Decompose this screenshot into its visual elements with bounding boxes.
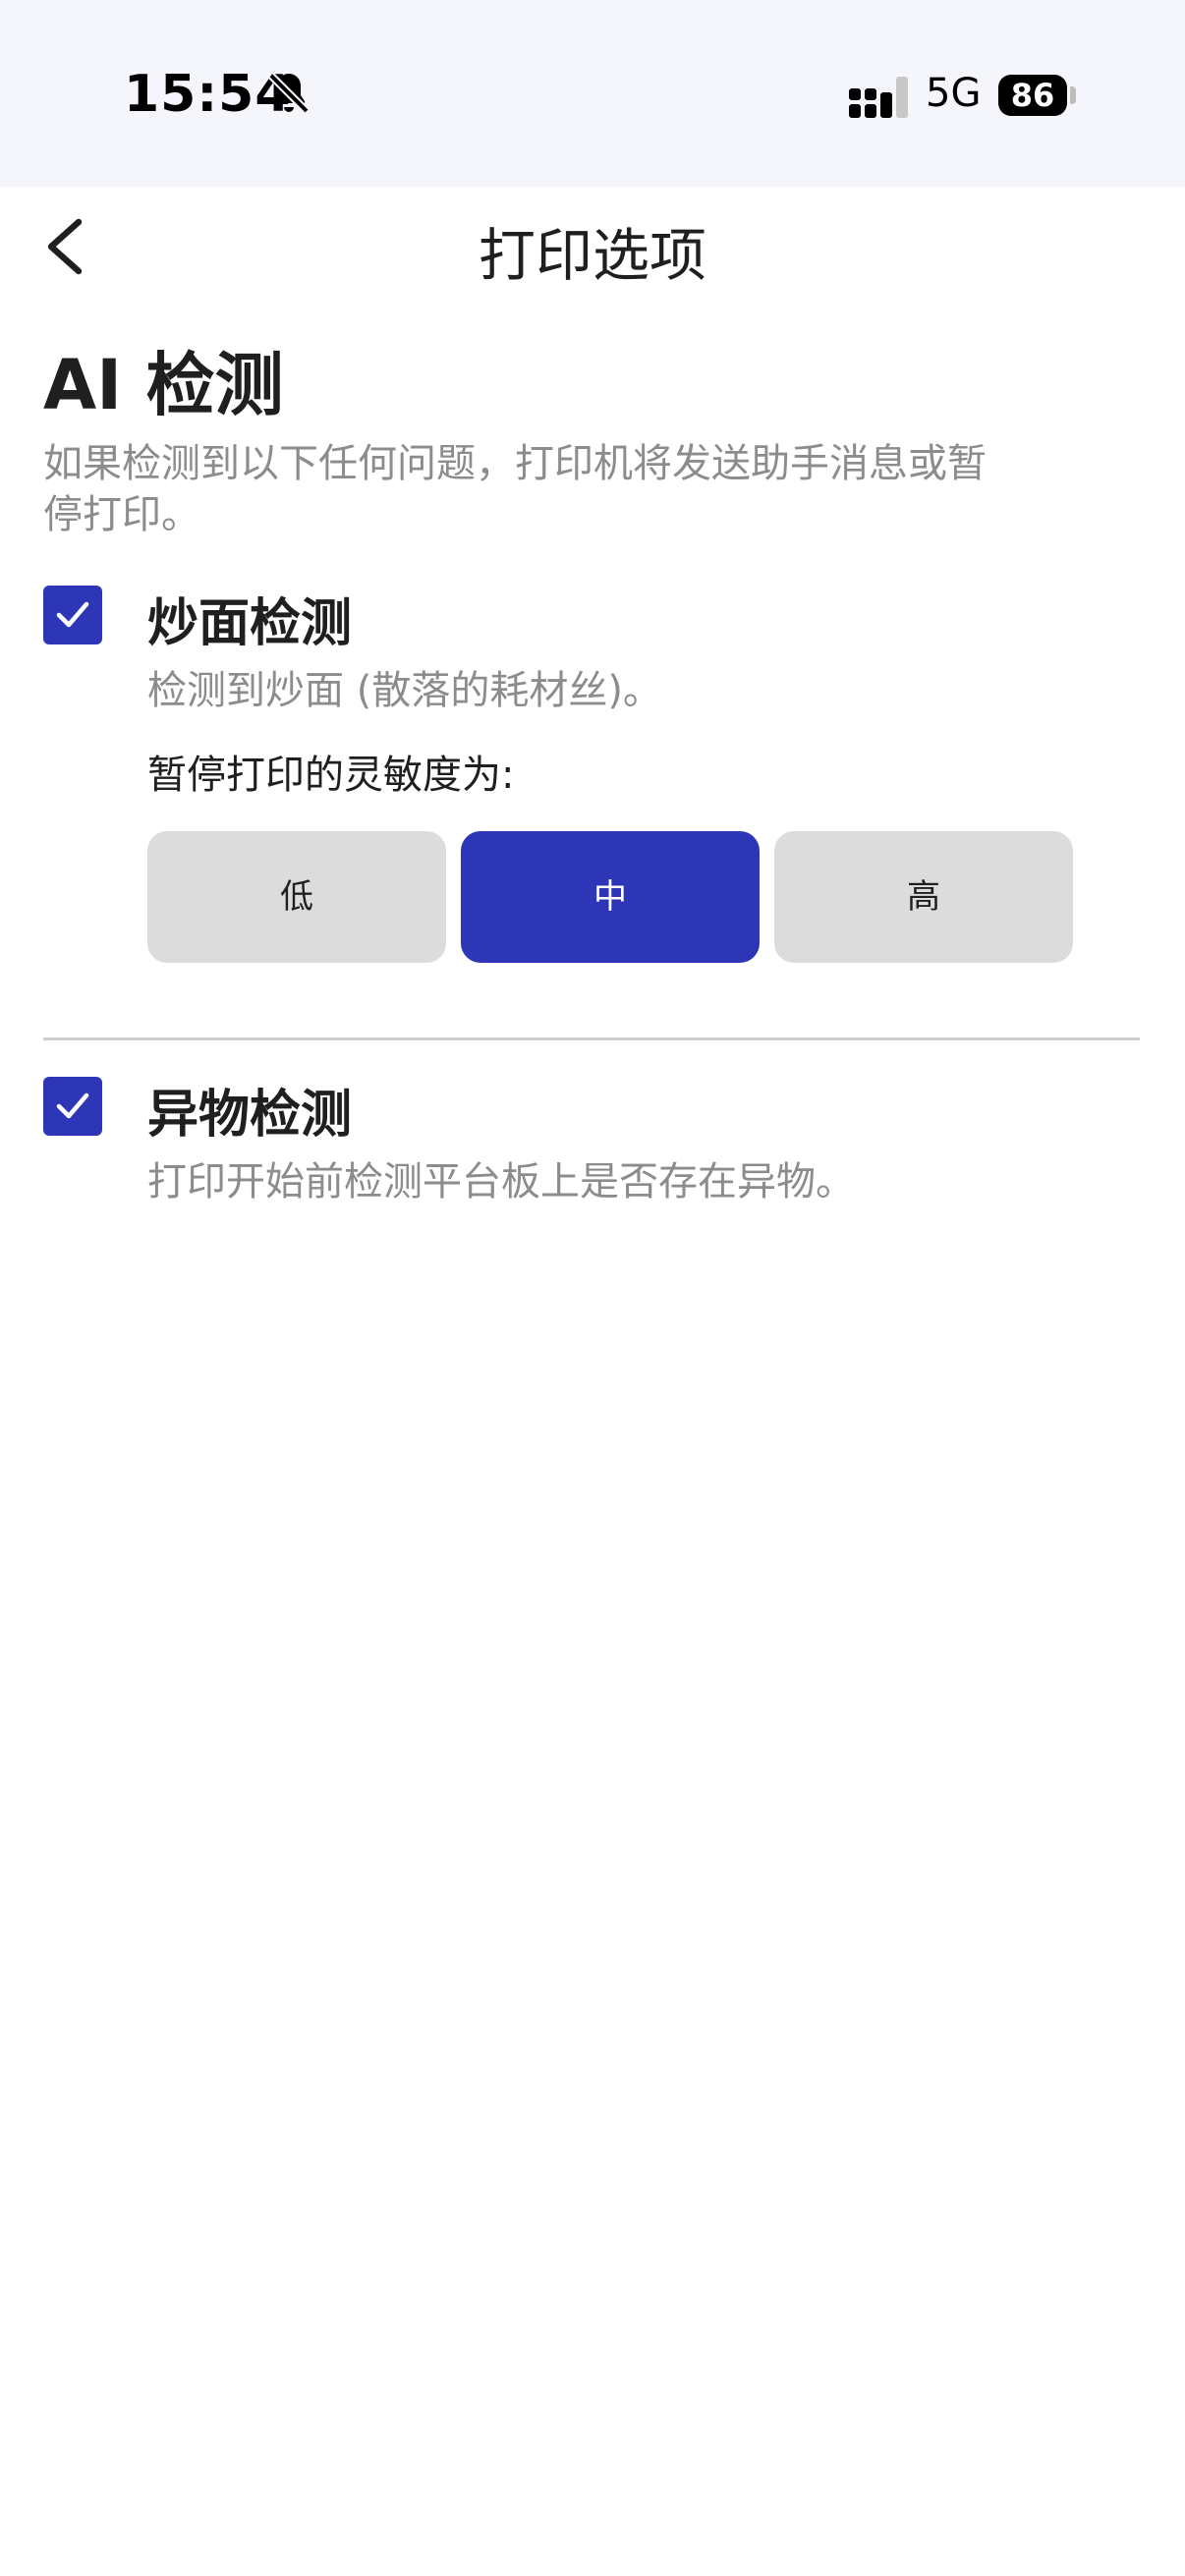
spaghetti-detection-checkbox[interactable] xyxy=(43,586,102,644)
checkmark-icon xyxy=(56,1092,89,1119)
foreign-object-detection-description: 打印开始前检测平台板上是否存在异物。 xyxy=(147,1159,855,1204)
page-title: 打印选项 xyxy=(478,222,706,289)
divider xyxy=(43,1037,1140,1040)
sensitivity-low-button[interactable]: 低 xyxy=(147,831,446,963)
network-type: 5G xyxy=(926,71,982,116)
status-bar: 15:54 5G 86 打印选项 xyxy=(0,0,1185,289)
sensitivity-label: 暂停打印的灵敏度为: xyxy=(147,753,515,798)
section-description: 如果检测到以下任何问题，打印机将发送助手消息或暂停打印。 xyxy=(43,441,987,537)
sensitivity-high-button[interactable]: 高 xyxy=(774,831,1073,963)
foreign-object-detection-checkbox[interactable] xyxy=(43,1077,102,1136)
bell-muted-icon xyxy=(268,73,310,114)
signal-icon xyxy=(849,77,908,118)
sensitivity-medium-button[interactable]: 中 xyxy=(461,831,760,963)
battery-tip xyxy=(1070,86,1076,104)
spaghetti-detection-description: 检测到炒面 (散落的耗材丝)。 xyxy=(147,668,662,713)
spaghetti-detection-title: 炒面检测 xyxy=(147,594,353,653)
foreign-object-detection-title: 异物检测 xyxy=(147,1086,353,1145)
section-title: AI 检测 xyxy=(43,345,284,425)
checkmark-icon xyxy=(56,601,89,628)
battery-icon: 86 xyxy=(998,75,1067,116)
